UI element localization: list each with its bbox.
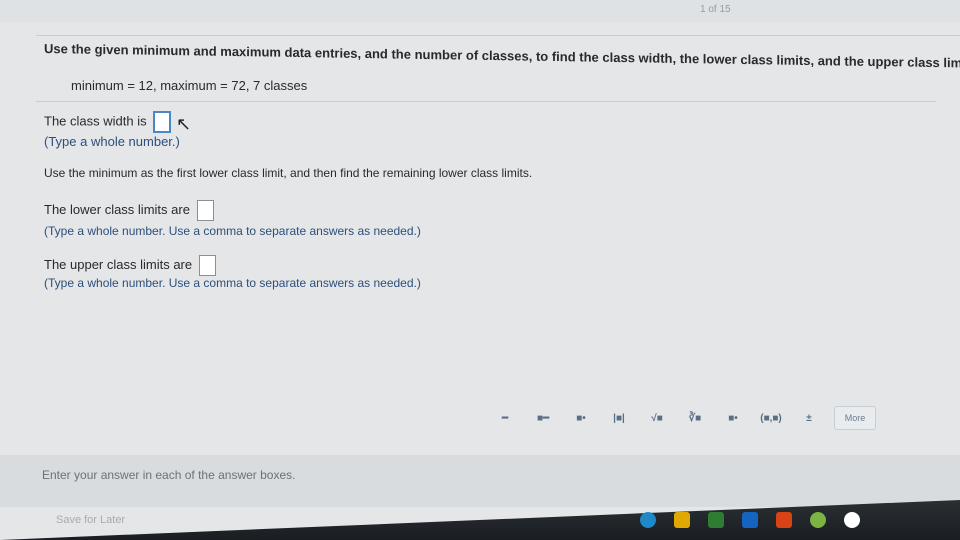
absolute-value-icon: |■|: [613, 412, 625, 424]
square-root-icon: √■: [651, 412, 663, 424]
class-width-hint: (Type a whole number.): [44, 134, 180, 149]
subscript-button[interactable]: ■•: [714, 407, 752, 429]
exponent-button[interactable]: ■•: [562, 407, 600, 429]
powerpoint-icon[interactable]: [776, 512, 792, 528]
subscript-icon: ■•: [728, 412, 738, 424]
absolute-value-button[interactable]: |■|: [600, 407, 638, 429]
mail-icon[interactable]: [844, 512, 860, 528]
more-button[interactable]: More: [834, 406, 876, 430]
divider: [36, 35, 960, 36]
math-toolbar: ━ ■━ ■• |■| √■ ∛■ ■• (■,■) ± More: [486, 406, 876, 430]
interval-button[interactable]: (■,■): [752, 407, 790, 429]
top-bar: 1 of 15: [0, 0, 960, 22]
upper-limits-hint: (Type a whole number. Use a comma to sep…: [44, 276, 421, 290]
question-prompt: Use the given minimum and maximum data e…: [44, 41, 960, 71]
upper-limits-row: The upper class limits are: [44, 255, 216, 276]
mixed-number-button[interactable]: ■━: [524, 407, 562, 429]
class-width-label: The class width is: [44, 113, 147, 129]
save-for-later-button[interactable]: Save for Later: [56, 514, 125, 526]
app-icon[interactable]: [640, 512, 656, 528]
lower-limits-hint: (Type a whole number. Use a comma to sep…: [44, 224, 421, 238]
class-width-input[interactable]: [153, 111, 172, 133]
fraction-button[interactable]: ━: [486, 407, 524, 429]
app-icon[interactable]: [742, 512, 758, 528]
divider: [36, 101, 936, 102]
upper-limits-input[interactable]: [198, 255, 216, 276]
excel-icon[interactable]: [708, 512, 724, 528]
nth-root-icon: ∛■: [688, 412, 702, 424]
interval-icon: (■,■): [760, 412, 782, 424]
class-width-row: The class width is: [44, 111, 172, 133]
taskbar-icons: [640, 512, 860, 528]
lower-limits-input[interactable]: [196, 200, 214, 221]
app-icon[interactable]: [810, 512, 826, 528]
plus-minus-button[interactable]: ±: [790, 407, 828, 429]
mouse-cursor-icon: ↖: [176, 114, 192, 134]
page-counter: 1 of 15: [700, 4, 731, 15]
square-root-button[interactable]: √■: [638, 407, 676, 429]
question-params: minimum = 12, maximum = 72, 7 classes: [71, 78, 308, 93]
lower-limits-row: The lower class limits are: [44, 200, 214, 221]
app-icon[interactable]: [674, 512, 690, 528]
plus-minus-icon: ±: [806, 412, 812, 424]
mixed-number-icon: ■━: [536, 412, 550, 424]
lower-limit-instruction: Use the minimum as the first lower class…: [44, 166, 533, 180]
exponent-icon: ■•: [576, 412, 586, 424]
fraction-icon: ━: [501, 412, 509, 424]
question-prompt-text: Use the given minimum and maximum data e…: [44, 41, 960, 71]
answer-instruction: Enter your answer in each of the answer …: [42, 468, 296, 482]
nth-root-button[interactable]: ∛■: [676, 407, 714, 429]
lower-limits-label: The lower class limits are: [44, 201, 190, 217]
upper-limits-label: The upper class limits are: [44, 256, 193, 272]
